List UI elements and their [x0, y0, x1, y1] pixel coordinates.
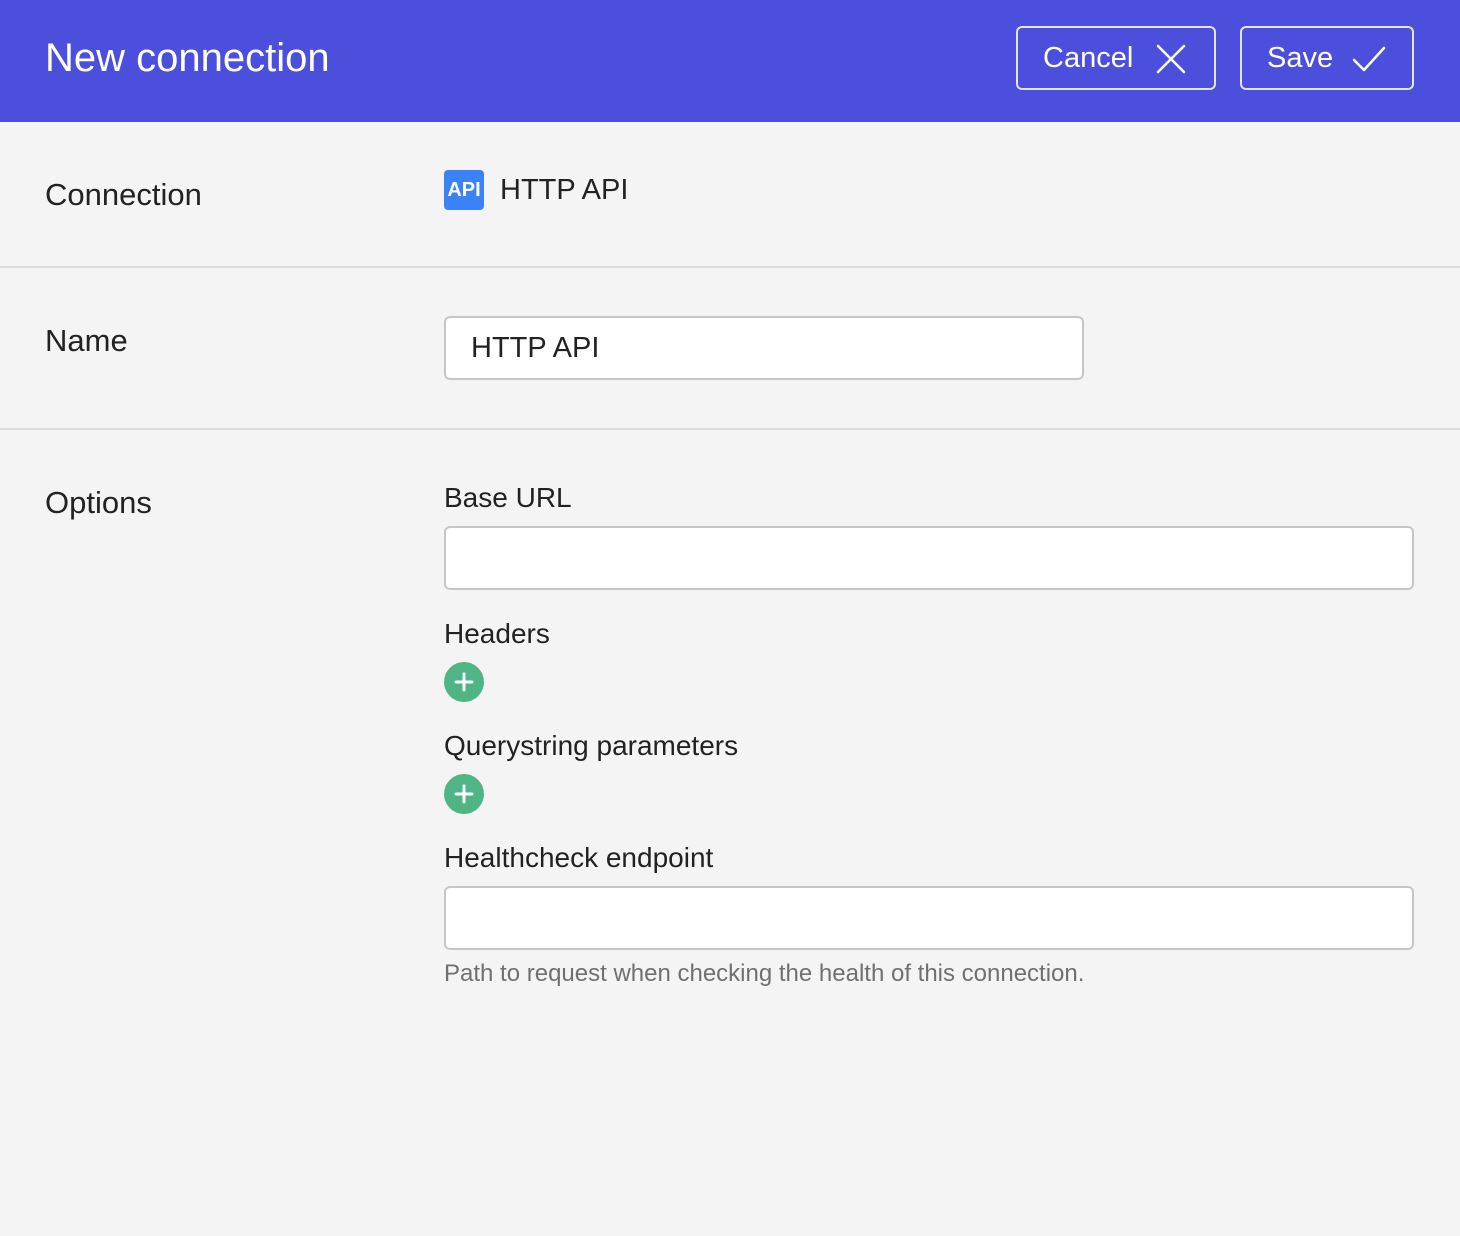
connection-type-name: HTTP API [500, 174, 629, 206]
connection-label: Connection [45, 177, 202, 212]
check-icon [1352, 44, 1386, 82]
name-label: Name [45, 323, 128, 358]
close-icon [1156, 44, 1186, 82]
base-url-input[interactable] [444, 526, 1414, 590]
headers-label: Headers [444, 618, 550, 649]
healthcheck-input[interactable] [444, 886, 1414, 950]
healthcheck-help-text: Path to request when checking the health… [444, 960, 1085, 987]
healthcheck-label: Healthcheck endpoint [444, 842, 714, 873]
base-url-label: Base URL [444, 482, 572, 513]
plus-icon [453, 783, 475, 805]
header-bar: New connection Cancel Save [0, 0, 1460, 122]
api-badge-icon: API [444, 170, 484, 210]
add-querystring-button[interactable] [444, 774, 484, 814]
cancel-button-label: Cancel [1043, 41, 1134, 74]
name-input[interactable] [444, 316, 1084, 380]
options-label: Options [45, 485, 152, 520]
save-button[interactable]: Save [1240, 26, 1414, 90]
plus-icon [453, 671, 475, 693]
section-divider [0, 266, 1460, 268]
section-divider [0, 428, 1460, 430]
page-title: New connection [45, 36, 330, 80]
querystring-label: Querystring parameters [444, 730, 739, 761]
cancel-button[interactable]: Cancel [1016, 26, 1216, 90]
save-button-label: Save [1267, 41, 1334, 74]
add-header-button[interactable] [444, 662, 484, 702]
